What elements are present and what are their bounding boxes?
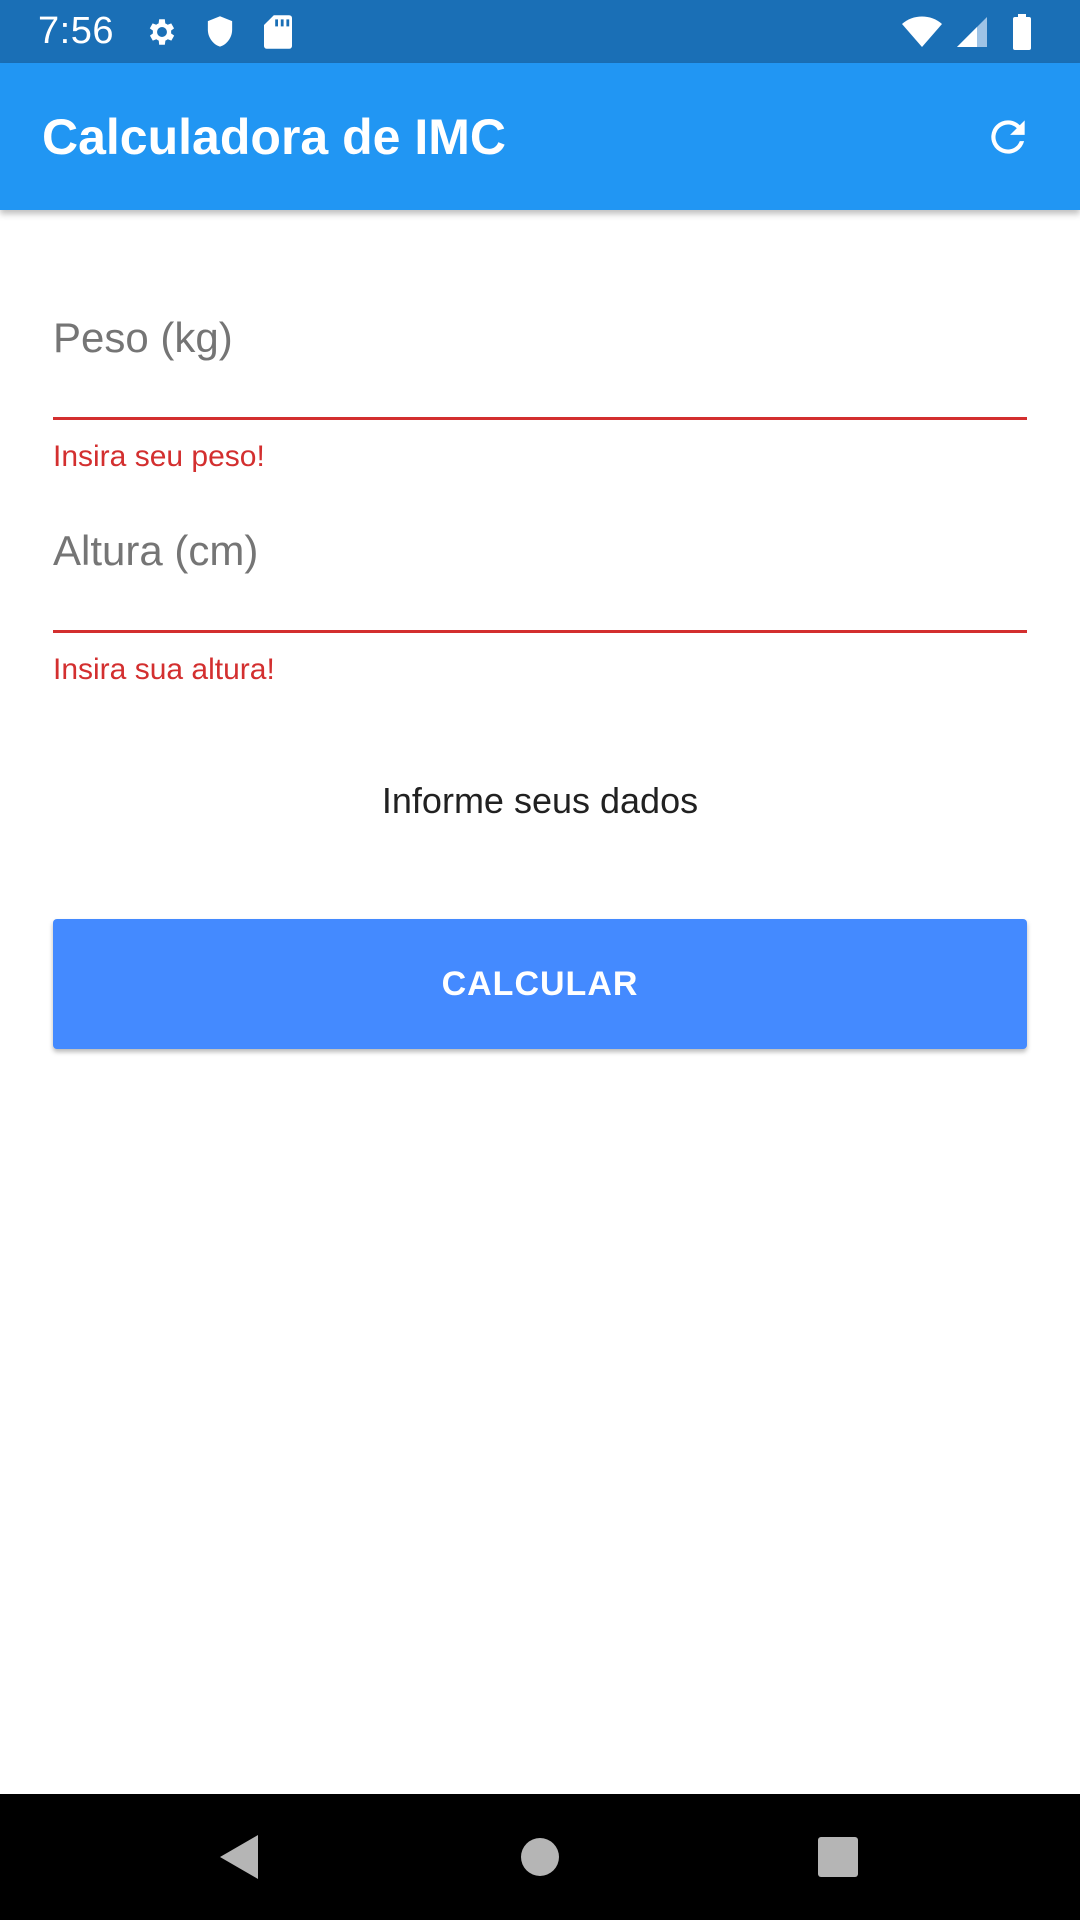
back-icon: [220, 1835, 258, 1879]
home-icon: [521, 1838, 559, 1876]
app-title: Calculadora de IMC: [42, 108, 506, 165]
weight-input[interactable]: [53, 308, 1027, 368]
battery-icon: [1002, 12, 1042, 52]
status-bar: 7:56: [0, 0, 1080, 63]
sd-card-icon: [258, 12, 298, 52]
app-bar: Calculadora de IMC: [0, 63, 1080, 210]
shield-icon: [200, 12, 240, 52]
back-button[interactable]: [214, 1831, 266, 1883]
cell-signal-icon: [952, 12, 992, 52]
height-field: Insira sua altura!: [53, 521, 1027, 687]
calculate-button[interactable]: CALCULAR: [53, 919, 1027, 1049]
height-underline: [53, 630, 1027, 633]
result-text: Informe seus dados: [381, 780, 699, 821]
gear-icon: [142, 12, 182, 52]
status-right-group: [892, 12, 1042, 52]
navigation-bar: [0, 1794, 1080, 1920]
wifi-icon: [902, 12, 942, 52]
weight-field: Insira seu peso!: [53, 308, 1027, 474]
refresh-button[interactable]: [978, 107, 1038, 167]
home-button[interactable]: [514, 1831, 566, 1883]
recents-icon: [818, 1837, 858, 1877]
weight-error-text: Insira seu peso!: [53, 440, 265, 473]
recents-button[interactable]: [812, 1831, 864, 1883]
status-time: 7:56: [38, 10, 114, 52]
height-input[interactable]: [53, 521, 1027, 581]
refresh-icon: [991, 119, 1025, 154]
height-error-text: Insira sua altura!: [53, 653, 275, 686]
weight-underline: [53, 417, 1027, 420]
